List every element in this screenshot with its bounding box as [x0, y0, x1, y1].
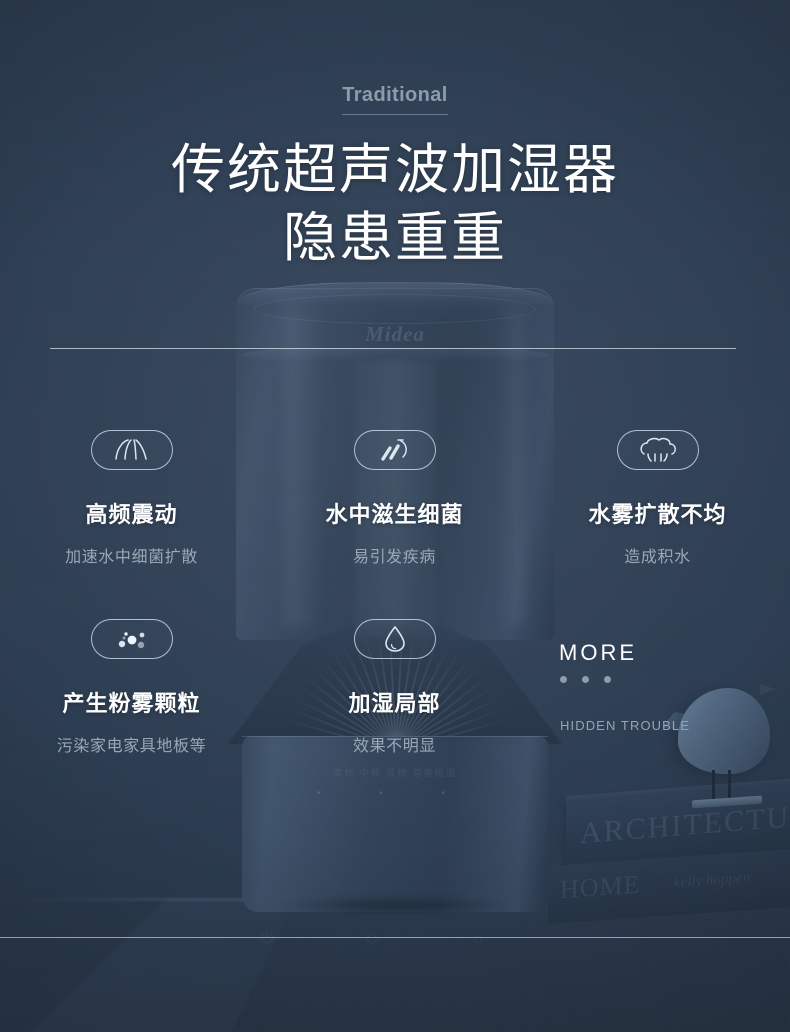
water-droplet-icon	[353, 619, 436, 659]
more-dot	[582, 676, 589, 683]
overlay-content: Traditional 传统超声波加湿器 隐患重重 高频震动 加速水中细菌扩散 …	[0, 0, 790, 1032]
feature-grid: 高频震动 加速水中细菌扩散 水中滋生细菌 易引发疾病 水雾扩散不均 造成积水 产…	[0, 430, 790, 756]
feature-subtitle: 污染家电家具地板等	[56, 738, 207, 755]
more-sublabel: HIDDEN TROUBLE	[560, 718, 691, 733]
eyebrow-label: Traditional	[342, 84, 448, 115]
feature-title: 高频震动	[85, 502, 178, 527]
feature-title: 产生粉雾颗粒	[62, 691, 201, 716]
page-title-line1: 传统超声波加湿器	[171, 140, 619, 200]
page-title-line2: 隐患重重	[283, 208, 507, 268]
feature-row-1: 高频震动 加速水中细菌扩散 水中滋生细菌 易引发疾病 水雾扩散不均 造成积水	[0, 430, 790, 567]
feature-item-bacteria: 水中滋生细菌 易引发疾病	[263, 430, 526, 567]
more-label: MORE	[559, 640, 637, 665]
more-dot	[604, 676, 611, 683]
feature-subtitle: 造成积水	[624, 549, 691, 566]
feature-item-local-humidify: 加湿局部 效果不明显	[263, 619, 526, 756]
feature-subtitle: 加速水中细菌扩散	[65, 549, 198, 566]
vibration-waves-icon	[90, 430, 173, 470]
bacteria-icon	[353, 430, 436, 470]
feature-title: 加湿局部	[348, 691, 441, 716]
more-dot	[560, 676, 567, 683]
eyebrow: Traditional	[0, 84, 790, 115]
mist-cloud-icon	[616, 430, 699, 470]
feature-item-particles: 产生粉雾颗粒 污染家电家具地板等	[0, 619, 263, 756]
page-title: 传统超声波加湿器 隐患重重	[0, 136, 790, 272]
dust-particles-icon	[90, 619, 173, 659]
promo-page: ARCHITECTURE HOME kelly hoppen Midea	[0, 0, 790, 1032]
feature-subtitle: 易引发疾病	[352, 549, 436, 566]
feature-title: 水中滋生细菌	[325, 502, 464, 527]
more-block[interactable]: MORE HIDDEN TROUBLE	[526, 619, 789, 756]
feature-title: 水雾扩散不均	[588, 502, 727, 527]
feature-subtitle: 效果不明显	[352, 738, 436, 755]
feature-item-vibration: 高频震动 加速水中细菌扩散	[0, 430, 263, 567]
feature-item-mist: 水雾扩散不均 造成积水	[526, 430, 789, 567]
divider-top	[50, 348, 736, 349]
divider-bottom	[0, 937, 790, 938]
feature-row-2: 产生粉雾颗粒 污染家电家具地板等 加湿局部 效果不明显 MORE HIDDEN …	[0, 619, 790, 756]
more-dots	[560, 676, 611, 683]
